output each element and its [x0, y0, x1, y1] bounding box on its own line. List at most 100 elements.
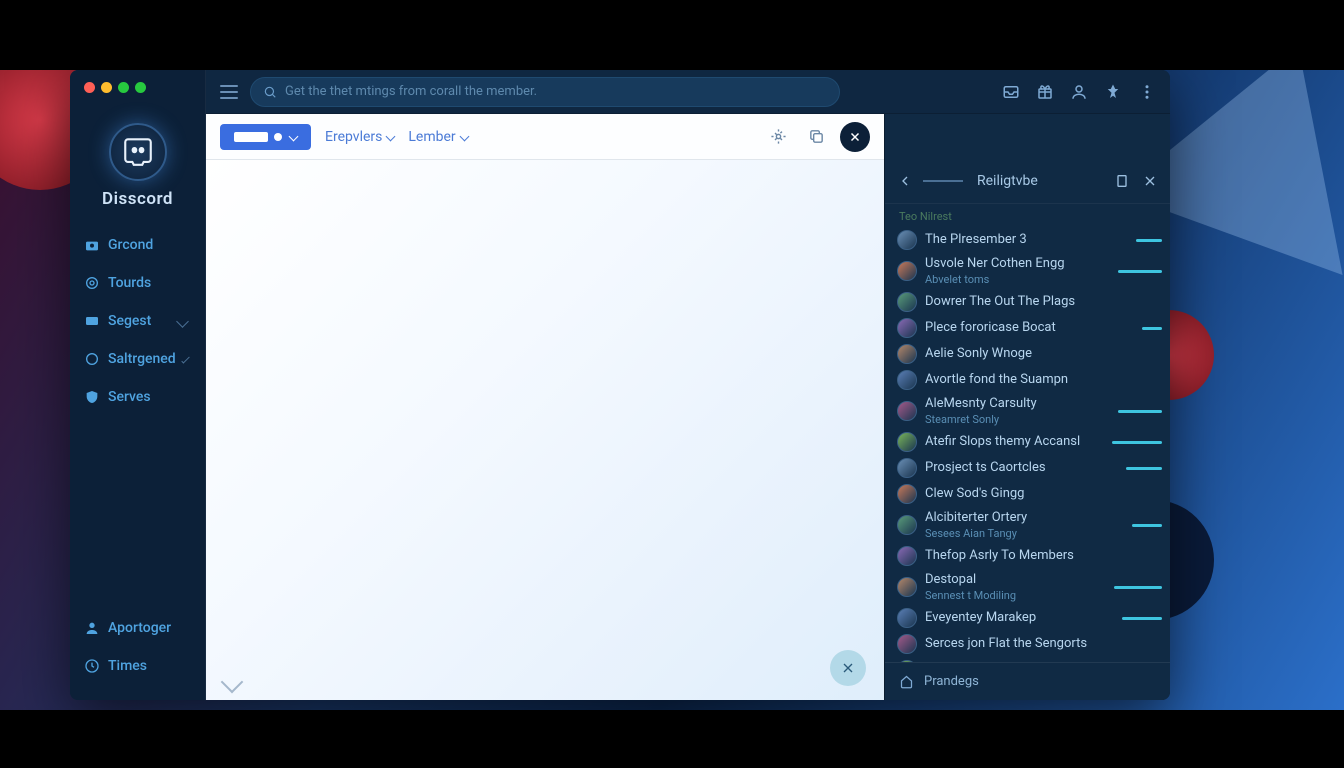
- copy-icon[interactable]: [802, 123, 830, 151]
- avatar: [897, 458, 917, 478]
- row-text: Aelie Sonly Wnoge: [925, 346, 1162, 363]
- fab-button[interactable]: [830, 650, 866, 686]
- sidebar-item-segest[interactable]: Segest: [80, 305, 195, 337]
- search-input[interactable]: [285, 84, 827, 99]
- list-item[interactable]: Aelie Sonly Wnoge: [895, 341, 1164, 367]
- pin-icon[interactable]: [1104, 83, 1122, 101]
- bookmark-icon[interactable]: [1114, 173, 1130, 189]
- user-icon[interactable]: [1070, 83, 1088, 101]
- list-item[interactable]: The Plresember 3: [895, 227, 1164, 253]
- discord-icon: [121, 135, 155, 169]
- settings-icon[interactable]: [764, 123, 792, 151]
- nav-label: Aportoger: [108, 620, 171, 636]
- list-item[interactable]: Serces jon Flat the Sengorts: [895, 631, 1164, 657]
- sidebar-item-serves[interactable]: Serves: [80, 381, 195, 413]
- sidebar-item-saltrgened[interactable]: Saltrgened: [80, 343, 195, 375]
- back-button[interactable]: [897, 173, 913, 189]
- list-item[interactable]: Prosject ts Caortcles: [895, 455, 1164, 481]
- panel-subhead: Teo Nilrest: [885, 204, 1170, 225]
- activity-bar: [1142, 327, 1162, 330]
- extra-dot[interactable]: [135, 82, 146, 93]
- chevron-down-icon: [459, 132, 469, 142]
- row-sub: Sennest t Modiling: [925, 589, 1106, 602]
- row-text: Serces jon Flat the Sengorts: [925, 636, 1162, 653]
- list-item[interactable]: Plece fororicase Bocat: [895, 315, 1164, 341]
- sidebar-item-times[interactable]: Times: [80, 650, 195, 682]
- side-panel: Reiligtvbe Teo Nilrest The Plresember 3 U…: [884, 114, 1170, 700]
- row-text: Avortle fond the Suampn: [925, 372, 1162, 389]
- close-dot[interactable]: [84, 82, 95, 93]
- list-item[interactable]: Usvole Ner Cothen EnggAbvelet toms: [895, 253, 1164, 289]
- row-text: Clew Sod's Gingg: [925, 486, 1162, 503]
- search-field[interactable]: [250, 77, 840, 107]
- list-item[interactable]: Dowrer The Out The Plags: [895, 289, 1164, 315]
- sidebar-item-aportoger[interactable]: Aportoger: [80, 612, 195, 644]
- list-item[interactable]: Atefir Slops themy Accansl: [895, 429, 1164, 455]
- row-text: Dowrer The Out The Plags: [925, 294, 1162, 311]
- row-title: Usvole Ner Cothen Engg: [925, 256, 1110, 273]
- member-list[interactable]: The Plresember 3 Usvole Ner Cothen EnggAb…: [885, 225, 1170, 662]
- gift-icon[interactable]: [1036, 83, 1054, 101]
- row-title: Alcibiterter Ortery: [925, 510, 1124, 527]
- activity-bar: [1118, 410, 1162, 413]
- window-controls[interactable]: [80, 82, 195, 93]
- close-panel-button[interactable]: [1142, 173, 1158, 189]
- sidebar-item-grcond[interactable]: Grcond: [80, 229, 195, 261]
- brand-logo[interactable]: [109, 123, 167, 181]
- shield-icon: [84, 389, 100, 405]
- list-item[interactable]: DestopalSennest t Modiling: [895, 569, 1164, 605]
- row-title: Atefir Slops themy Accansl: [925, 434, 1104, 451]
- clock-icon: [84, 658, 100, 674]
- dropdown-lember[interactable]: Lember: [408, 129, 467, 145]
- activity-bar: [1114, 586, 1162, 589]
- menu-button[interactable]: [220, 85, 238, 99]
- inbox-icon[interactable]: [1002, 83, 1020, 101]
- close-button[interactable]: [840, 122, 870, 152]
- content-canvas[interactable]: [206, 160, 884, 700]
- row-text: The Plresember 3: [925, 232, 1128, 249]
- list-item[interactable]: Thefop Asrly To Members: [895, 543, 1164, 569]
- list-item[interactable]: Alcibiterter OrterySesees Aian Tangy: [895, 507, 1164, 543]
- avatar: [897, 432, 917, 452]
- topbar: [206, 70, 1170, 114]
- panel-footer-label: Prandegs: [924, 674, 979, 689]
- row-title: Clew Sod's Gingg: [925, 486, 1162, 503]
- sidebar: Disscord GrcondTourdsSegestSaltrgenedSer…: [70, 70, 206, 700]
- panel-footer[interactable]: Prandegs: [885, 662, 1170, 700]
- list-item[interactable]: Eveyentey Marakep: [895, 605, 1164, 631]
- more-icon[interactable]: [1138, 83, 1156, 101]
- row-title: Serces jon Flat the Sengorts: [925, 636, 1162, 653]
- minimize-dot[interactable]: [101, 82, 112, 93]
- row-text: Alcibiterter OrterySesees Aian Tangy: [925, 510, 1124, 540]
- row-text: Eveyentey Marakep: [925, 610, 1114, 627]
- row-title: Plece fororicase Bocat: [925, 320, 1134, 337]
- primary-pill[interactable]: [220, 124, 311, 150]
- sidebar-item-tourds[interactable]: Tourds: [80, 267, 195, 299]
- desktop-background: Disscord GrcondTourdsSegestSaltrgenedSer…: [0, 70, 1344, 710]
- avatar: [897, 577, 917, 597]
- row-title: Eveyentey Marakep: [925, 610, 1114, 627]
- row-text: AleMesnty CarsultySteamret Sonly: [925, 396, 1110, 426]
- expand-chevron[interactable]: [221, 671, 244, 694]
- row-title: Destopal: [925, 572, 1106, 589]
- avatar: [897, 344, 917, 364]
- main-area: Erepvlers Lember: [206, 70, 1170, 700]
- dropdown-erepvlers[interactable]: Erepvlers: [325, 129, 394, 145]
- activity-bar: [1136, 239, 1162, 242]
- nav-label: Segest: [108, 313, 151, 329]
- card-icon: [84, 313, 100, 329]
- list-item[interactable]: AleMesnty CarsultySteamret Sonly: [895, 393, 1164, 429]
- list-item[interactable]: SuNoft of Gany Colong: [895, 657, 1164, 662]
- list-item[interactable]: Avortle fond the Suampn: [895, 367, 1164, 393]
- row-title: The Plresember 3: [925, 232, 1128, 249]
- circle-icon: [84, 351, 100, 367]
- row-text: Prosject ts Caortcles: [925, 460, 1118, 477]
- nav-list: Grcond Tourds Segest Saltrgened Serves: [80, 229, 195, 612]
- panel-title: Reiligtvbe: [977, 173, 1038, 189]
- maximize-dot[interactable]: [118, 82, 129, 93]
- row-title: AleMesnty Carsulty: [925, 396, 1110, 413]
- activity-bar: [1112, 441, 1162, 444]
- row-sub: Abvelet toms: [925, 273, 1110, 286]
- list-item[interactable]: Clew Sod's Gingg: [895, 481, 1164, 507]
- avatar: [897, 660, 917, 662]
